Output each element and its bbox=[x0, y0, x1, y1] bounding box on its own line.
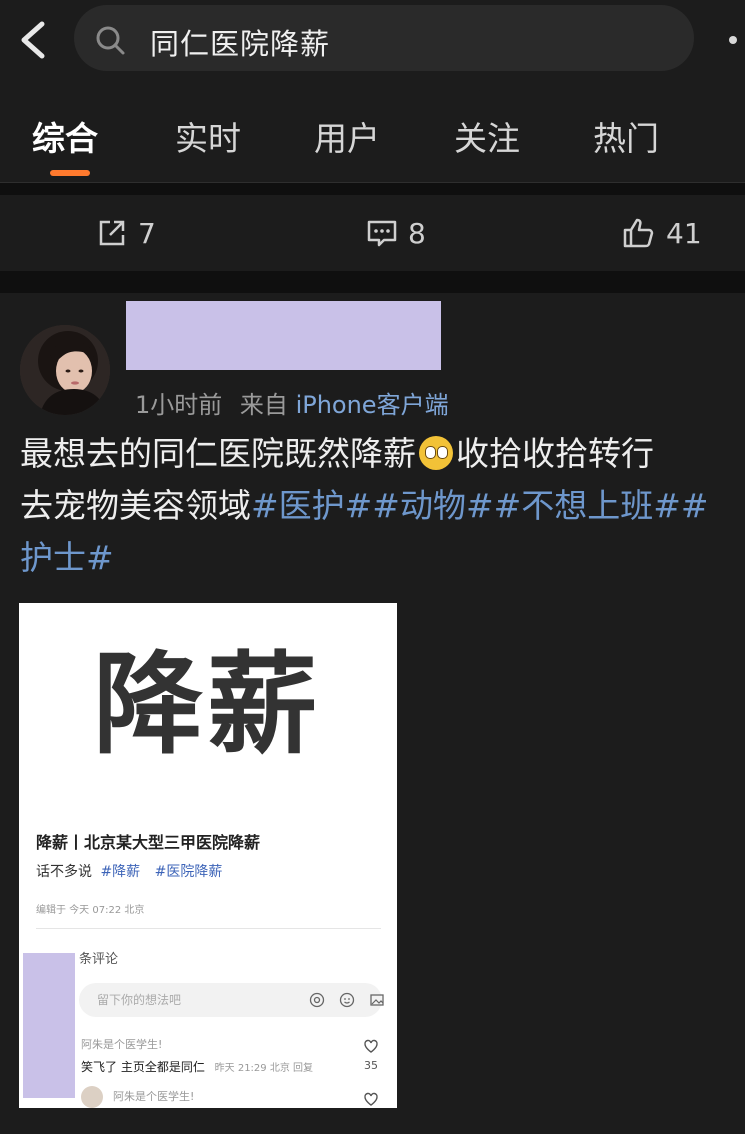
tab-users[interactable]: 用户 bbox=[314, 112, 380, 160]
image-big-text: 降薪 bbox=[93, 641, 321, 769]
post-text: 最想去的同仁医院既然降薪 收拾收拾转行 去宠物美容领域#医护##动物##不想上班#… bbox=[20, 428, 745, 584]
post-image[interactable]: 降薪 降薪丨北京某大型三甲医院降薪 话不多说 #降薪 #医院降薪 编辑于 今天 … bbox=[19, 603, 397, 1108]
like-button[interactable]: 41 bbox=[622, 213, 702, 253]
image-input-placeholder: 留下你的想法吧 bbox=[97, 993, 182, 1007]
post-source[interactable]: iPhone客户端 bbox=[296, 391, 449, 419]
smiley-icon bbox=[339, 992, 355, 1008]
at-icon bbox=[309, 992, 325, 1008]
avatar-portrait-icon bbox=[20, 325, 110, 415]
tab-bar: 综合 实时 用户 关注 热门 bbox=[0, 82, 745, 182]
image-body-text: 话不多说 bbox=[36, 864, 92, 880]
image-redaction bbox=[23, 953, 75, 1098]
action-bar: 7 8 41 bbox=[0, 195, 745, 271]
share-icon bbox=[99, 220, 125, 246]
back-arrow-icon[interactable] bbox=[14, 16, 54, 64]
image-tag-1: #降薪 bbox=[100, 864, 141, 880]
image-edited-time: 编辑于 今天 07:22 北京 bbox=[36, 905, 145, 916]
image-comment1-likes: 35 bbox=[364, 1059, 378, 1072]
tab-hot[interactable]: 热门 bbox=[593, 112, 659, 160]
post-text-line1a: 最想去的同仁医院既然降薪 bbox=[20, 434, 416, 473]
like-count: 41 bbox=[666, 216, 702, 250]
image-divider bbox=[36, 928, 381, 929]
image-comment1-time: 昨天 21:29 北京 回复 bbox=[214, 1063, 314, 1074]
pleading-face-icon bbox=[419, 436, 453, 470]
active-tab-indicator bbox=[50, 170, 90, 176]
avatar[interactable] bbox=[20, 325, 110, 415]
redacted-username bbox=[126, 301, 441, 370]
post-hashtags[interactable]: #医护##动物##不想上班## bbox=[251, 486, 709, 525]
post-text-line2a: 去宠物美容领域 bbox=[20, 486, 251, 525]
comment-icon bbox=[367, 220, 397, 247]
thumbs-up-icon bbox=[623, 218, 654, 248]
tab-comprehensive[interactable]: 综合 bbox=[32, 112, 98, 160]
more-icon[interactable] bbox=[729, 36, 737, 44]
post: 1小时前 来自 iPhone客户端 最想去的同仁医院既然降薪 收拾收拾转行 去宠物… bbox=[0, 293, 745, 1134]
image-comment-count: 条评论 bbox=[79, 952, 119, 967]
post-time: 1小时前 bbox=[135, 391, 223, 419]
search-icon bbox=[96, 26, 125, 55]
comment-button[interactable]: 8 bbox=[366, 213, 426, 253]
post-from-label: 来自 bbox=[239, 391, 288, 419]
comment-count: 8 bbox=[408, 216, 426, 250]
share-button[interactable]: 7 bbox=[96, 213, 156, 253]
image-comment2-avatar bbox=[81, 1086, 103, 1108]
divider bbox=[0, 182, 745, 183]
search-query[interactable]: 同仁医院降薪 bbox=[150, 21, 330, 63]
share-count: 7 bbox=[138, 216, 156, 250]
image-comment2-user: 阿朱是个医学生! bbox=[113, 1090, 195, 1103]
top-bar: 同仁医院降薪 bbox=[0, 0, 745, 82]
section-gap bbox=[0, 271, 745, 293]
tab-realtime[interactable]: 实时 bbox=[175, 112, 241, 160]
post-hashtag-nurse[interactable]: 护士# bbox=[20, 538, 114, 577]
heart-icon bbox=[364, 1039, 378, 1053]
image-icon bbox=[370, 994, 384, 1006]
image-article-body: 话不多说 #降薪 #医院降薪 bbox=[36, 861, 222, 881]
tab-following[interactable]: 关注 bbox=[454, 112, 520, 160]
post-meta: 1小时前 来自 iPhone客户端 bbox=[135, 385, 449, 420]
image-tag-2: #医院降薪 bbox=[154, 864, 223, 880]
heart-icon bbox=[364, 1092, 378, 1106]
image-comment1: 笑飞了 主页全都是同仁 昨天 21:29 北京 回复 bbox=[81, 1058, 313, 1075]
image-comment-input: 留下你的想法吧 bbox=[79, 983, 384, 1017]
search-box[interactable]: 同仁医院降薪 bbox=[74, 5, 694, 71]
image-comment1-user: 阿朱是个医学生! bbox=[81, 1038, 163, 1051]
image-comment1-text: 笑飞了 主页全都是同仁 bbox=[81, 1060, 205, 1074]
image-article-title: 降薪丨北京某大型三甲医院降薪 bbox=[36, 833, 261, 852]
post-text-line1b: 收拾收拾转行 bbox=[456, 434, 654, 473]
